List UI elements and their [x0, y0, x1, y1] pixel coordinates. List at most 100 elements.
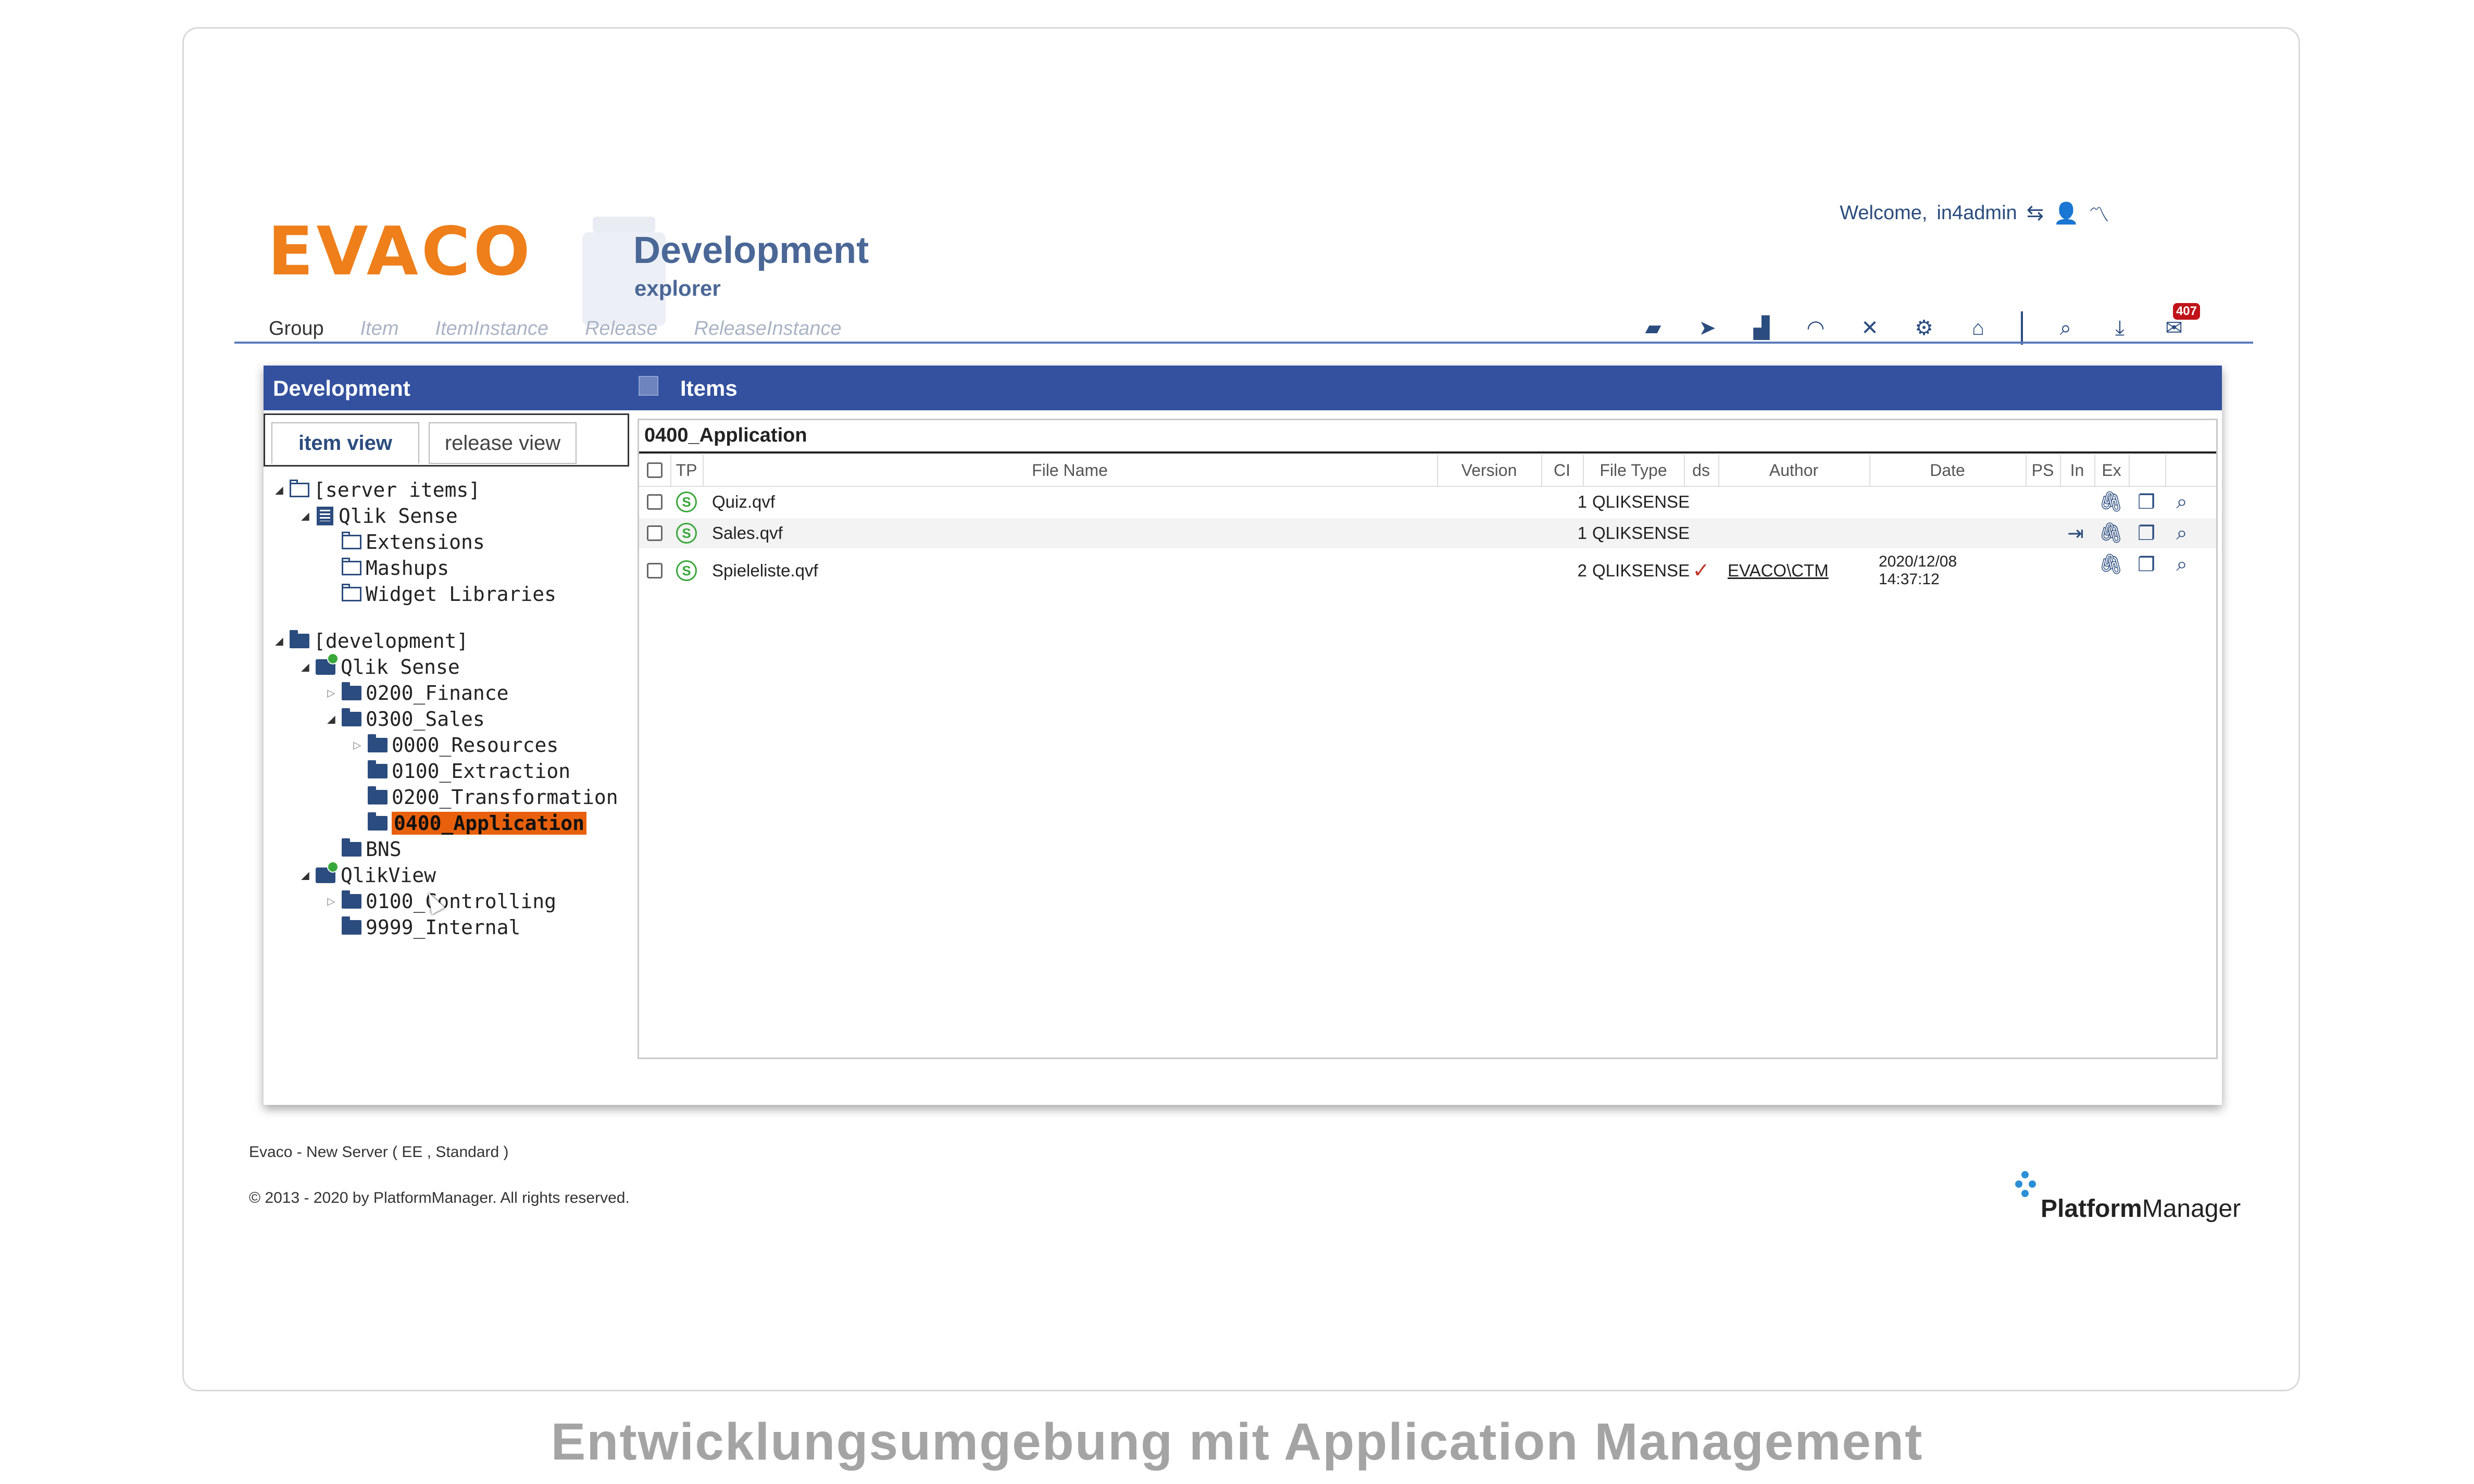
nav-iteminstance[interactable]: ItemInstance — [435, 318, 549, 340]
expand-toggle-icon[interactable]: ▷ — [349, 737, 366, 753]
col-author[interactable]: Author — [1718, 455, 1870, 486]
tree-node[interactable]: Extensions — [323, 529, 485, 555]
author-link[interactable]: EVACO\CTM — [1728, 549, 1873, 592]
col-date[interactable]: Date — [1869, 455, 2027, 486]
tree-node[interactable]: 9999_Internal — [323, 914, 520, 940]
panel-left-title: Development — [273, 376, 410, 400]
tree-node[interactable]: Widget Libraries — [323, 581, 556, 607]
tree-node[interactable]: ◢ Qlik Sense — [297, 503, 458, 529]
col-ex[interactable]: Ex — [2094, 455, 2130, 486]
expand-toggle-icon[interactable]: ▷ — [323, 894, 340, 909]
download-icon[interactable]: ⤓ — [2107, 316, 2132, 341]
copy-icon[interactable]: ❐ — [2134, 553, 2159, 576]
col-tp[interactable]: TP — [670, 455, 704, 486]
table-row[interactable]: S Spieleliste.qvf 2 QLIKSENSE ✓ EVACO\CTM 2020… — [639, 549, 2216, 592]
row-checkbox[interactable] — [647, 494, 663, 510]
row-action[interactable]: ⌕ — [2166, 487, 2197, 517]
row-action[interactable]: ⌕ — [2166, 549, 2197, 580]
select-all-checkbox[interactable] — [647, 462, 663, 478]
tree-node[interactable]: 0200_Transformation — [349, 784, 618, 810]
row-action[interactable]: ❐ — [2131, 549, 2162, 580]
attach-icon[interactable]: 🖇 — [2098, 491, 2123, 513]
copy-icon[interactable]: ❐ — [2134, 522, 2159, 545]
file-name[interactable]: Spieleliste.qvf — [712, 549, 1431, 592]
collapse-toggle-icon[interactable]: ◢ — [271, 633, 288, 649]
collapse-toggle-icon[interactable]: ◢ — [297, 867, 314, 883]
tree-node-label: Mashups — [366, 557, 449, 580]
row-action[interactable]: ❐ — [2131, 518, 2162, 548]
table-row[interactable]: S Quiz.qvf 1 QLIKSENSE 🖇 ❐ ⌕ — [639, 487, 2216, 517]
row-action[interactable]: ⌕ — [2166, 518, 2197, 548]
col-ps[interactable]: PS — [2026, 455, 2061, 486]
view-tabs: item view release view — [264, 413, 629, 467]
tree-node[interactable]: BNS — [323, 836, 402, 862]
table-row[interactable]: S Sales.qvf 1 QLIKSENSE ⇥ 🖇 ❐ ⌕ — [639, 518, 2216, 548]
row-select-cell[interactable] — [639, 549, 670, 592]
row-action[interactable]: ⇥ — [2060, 518, 2091, 548]
col-version[interactable]: Version — [1437, 455, 1542, 486]
activity-icon[interactable]: 〽 — [2089, 198, 2109, 228]
speedometer-icon[interactable]: ◠ — [1803, 316, 1828, 341]
row-action[interactable]: 🖇 — [2095, 518, 2127, 548]
attach-icon[interactable]: 🖇 — [2098, 522, 2123, 545]
tree-node[interactable]: ◢ [development] — [271, 628, 468, 654]
sign-in-icon[interactable]: ⇥ — [2063, 522, 2088, 545]
send-icon[interactable]: ➤ — [1695, 316, 1720, 341]
collapse-toggle-icon[interactable]: ◢ — [297, 508, 314, 524]
collapse-icon[interactable] — [639, 376, 658, 396]
author-link[interactable] — [1728, 487, 1873, 517]
attach-icon[interactable]: 🖇 — [2098, 553, 2123, 576]
home-icon[interactable]: ⌂ — [1966, 316, 1991, 341]
author-link[interactable] — [1728, 518, 1873, 548]
nav-release[interactable]: Release — [585, 318, 657, 340]
tree-node[interactable]: ◢ Qlik Sense — [297, 653, 460, 680]
bar-chart-icon[interactable]: ▟ — [1749, 316, 1774, 341]
col-file-type[interactable]: File Type — [1583, 455, 1685, 486]
search-icon[interactable]: ⌕ — [2169, 522, 2194, 545]
tree-node[interactable]: Mashups — [323, 555, 449, 581]
col-in[interactable]: In — [2060, 455, 2095, 486]
nav-group[interactable]: Group — [269, 318, 324, 340]
row-select-cell[interactable] — [639, 487, 670, 517]
tree-node[interactable]: ◢ QlikView — [297, 861, 436, 888]
row-checkbox[interactable] — [647, 563, 663, 578]
file-name[interactable]: Quiz.qvf — [712, 487, 1431, 517]
expand-toggle-icon[interactable]: ▷ — [323, 685, 340, 701]
gear-icon[interactable]: ⚙ — [1911, 316, 1936, 341]
nav-item[interactable]: Item — [360, 318, 399, 340]
switch-icon[interactable]: ⇆ — [2027, 201, 2044, 225]
search-icon[interactable]: ⌕ — [2169, 554, 2194, 576]
nav-releaseinstance[interactable]: ReleaseInstance — [694, 318, 842, 340]
tree-node[interactable]: ▷ 0200_Finance — [323, 680, 508, 706]
row-action[interactable]: 🖇 — [2095, 549, 2127, 580]
tools-icon[interactable]: ✕ — [1857, 316, 1882, 341]
tree-node-label: BNS — [366, 838, 402, 861]
user-icon[interactable]: 👤 — [2053, 201, 2079, 225]
tree-node[interactable]: 0400_Application — [349, 810, 587, 836]
collapse-toggle-icon[interactable]: ◢ — [271, 482, 288, 498]
tab-release-view[interactable]: release view — [429, 422, 577, 464]
col-ds[interactable]: ds — [1684, 455, 1719, 486]
row-action[interactable]: 🖇 — [2095, 487, 2127, 517]
row-action[interactable]: ❐ — [2131, 487, 2162, 517]
tree-node[interactable]: 0100_Extraction — [349, 758, 570, 784]
mail-icon[interactable]: ✉ 407 — [2161, 303, 2200, 341]
row-checkbox[interactable] — [647, 525, 663, 541]
username[interactable]: in4admin — [1936, 202, 2017, 224]
collapse-toggle-icon[interactable]: ◢ — [297, 659, 314, 675]
briefcase-icon[interactable]: ▰ — [1641, 316, 1666, 341]
tree-node[interactable]: ◢ 0300_Sales — [323, 706, 485, 732]
header-select-all[interactable] — [639, 455, 671, 486]
row-select-cell[interactable] — [639, 518, 670, 548]
tree-node-label: 0300_Sales — [366, 708, 485, 731]
search-icon[interactable]: ⌕ — [2169, 491, 2194, 513]
tree-node[interactable]: ◢ [server items] — [271, 477, 480, 503]
tab-item-view[interactable]: item view — [271, 422, 419, 464]
collapse-toggle-icon[interactable]: ◢ — [323, 711, 340, 727]
col-file-name[interactable]: File Name — [703, 455, 1438, 486]
col-ci[interactable]: CI — [1541, 455, 1584, 486]
file-name[interactable]: Sales.qvf — [712, 518, 1431, 548]
copy-icon[interactable]: ❐ — [2134, 491, 2159, 514]
tree-node[interactable]: ▷ 0000_Resources — [349, 732, 558, 758]
search-icon[interactable]: ⌕ — [2053, 316, 2078, 341]
